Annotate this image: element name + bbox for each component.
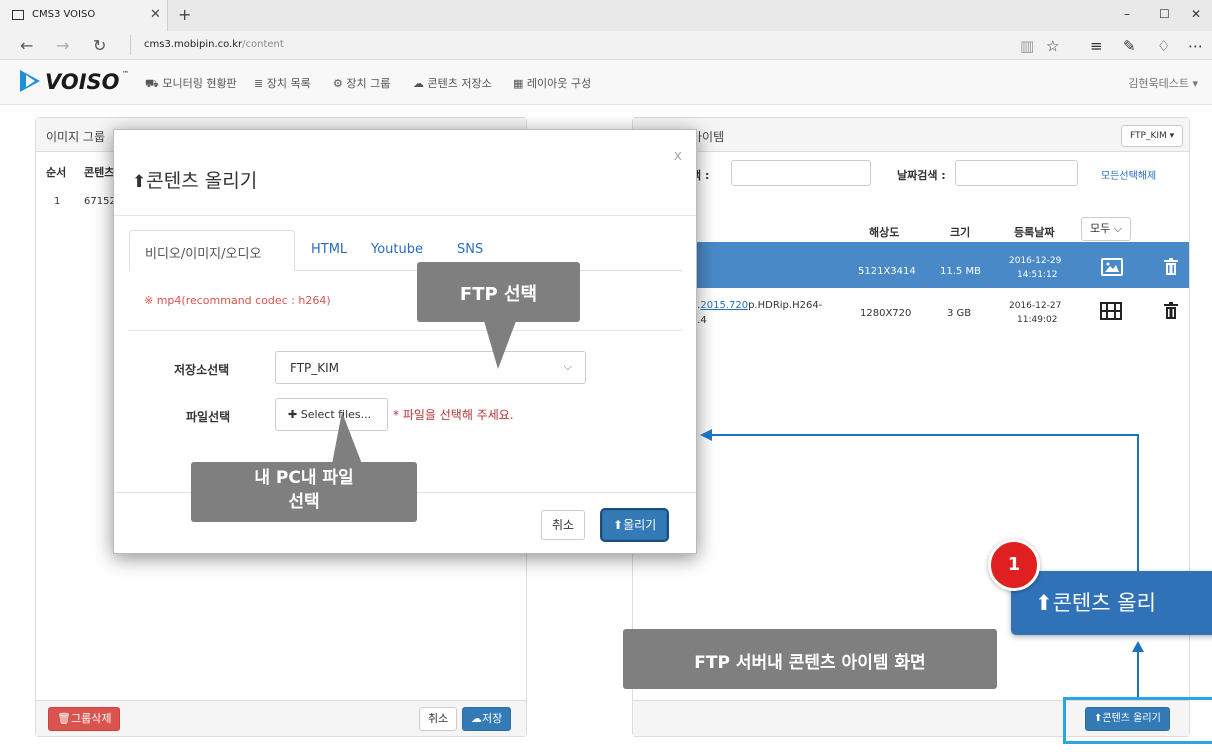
callout-pointer [332, 412, 362, 464]
annotation-arrows [700, 429, 1144, 697]
large-upload-button-zoom: ⬆콘텐츠 올리 [1011, 571, 1212, 635]
upload-icon: ⬆ [1035, 591, 1053, 615]
callout-ftp-screen: FTP 서버내 콘텐츠 아이템 화면 [623, 629, 997, 689]
callout-ftp-select: FTP 선택 [417, 262, 580, 322]
callout-pointer [484, 321, 516, 369]
step-badge: 1 [988, 539, 1040, 591]
callout-pc-file: 내 PC내 파일 선택 [191, 462, 417, 522]
